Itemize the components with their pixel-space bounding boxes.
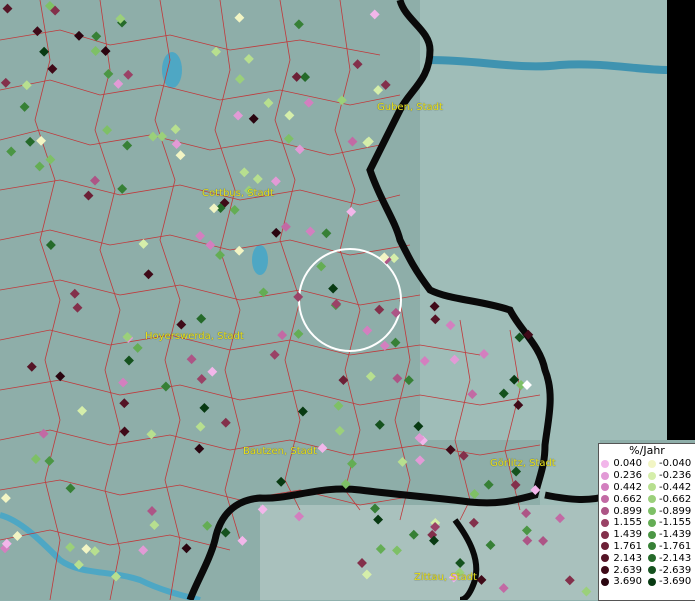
- legend-negative-entry: -1.761: [646, 541, 693, 552]
- legend-value: -2.143: [659, 552, 692, 564]
- legend-negative-entry: -2.639: [646, 565, 693, 576]
- legend-row: 0.662 -0.662: [599, 493, 695, 505]
- black-edge: [667, 0, 695, 440]
- legend-value: -3.690: [659, 576, 692, 588]
- legend-row: 1.155 -1.155: [599, 517, 695, 529]
- legend-positive-entry: 0.899: [599, 506, 646, 517]
- legend-dot-icon: [601, 530, 609, 539]
- legend: %/Jahr 0.040 -0.040 0.236 -0.236 0.442 -0.442…: [598, 443, 695, 601]
- legend-negative-entry: -0.442: [646, 482, 693, 493]
- legend-positive-entry: 1.761: [599, 541, 646, 552]
- legend-row: 0.236 -0.236: [599, 470, 695, 482]
- legend-value: -0.040: [659, 458, 692, 470]
- legend-dot-icon: [601, 566, 609, 575]
- legend-dot-icon: [648, 459, 656, 468]
- legend-negative-entry: -0.662: [646, 494, 693, 505]
- legend-value: -0.236: [659, 470, 692, 482]
- legend-value: -0.442: [659, 481, 692, 493]
- legend-negative-entry: -1.155: [646, 517, 693, 528]
- legend-rows: 0.040 -0.040 0.236 -0.236 0.442 -0.442 0.662 -0…: [599, 458, 695, 588]
- legend-value: -1.761: [659, 540, 692, 552]
- legend-negative-entry: -2.143: [646, 553, 693, 564]
- legend-dot-icon: [648, 471, 656, 480]
- legend-row: 2.639 -2.639: [599, 564, 695, 576]
- legend-positive-entry: 3.690: [599, 576, 646, 587]
- legend-negative-entry: -1.439: [646, 529, 693, 540]
- legend-value: 2.639: [613, 564, 642, 576]
- legend-positive-entry: 1.155: [599, 517, 646, 528]
- legend-value: 0.040: [613, 458, 642, 470]
- legend-dot-icon: [648, 530, 656, 539]
- legend-negative-entry: -0.040: [646, 458, 693, 469]
- legend-value: -0.662: [659, 493, 692, 505]
- legend-negative-entry: -0.899: [646, 506, 693, 517]
- legend-positive-entry: 0.442: [599, 482, 646, 493]
- legend-dot-icon: [601, 542, 609, 551]
- legend-dot-icon: [648, 577, 656, 586]
- legend-negative-entry: -0.236: [646, 470, 693, 481]
- legend-value: 1.439: [613, 529, 642, 541]
- lake-icon: [162, 52, 182, 88]
- legend-row: 1.761 -1.761: [599, 541, 695, 553]
- legend-row: 0.040 -0.040: [599, 458, 695, 470]
- legend-dot-icon: [648, 507, 656, 516]
- legend-value: 0.442: [613, 481, 642, 493]
- legend-value: 1.761: [613, 540, 642, 552]
- legend-positive-entry: 0.662: [599, 494, 646, 505]
- legend-value: 3.690: [613, 576, 642, 588]
- legend-dot-icon: [648, 566, 656, 575]
- legend-dot-icon: [601, 471, 609, 480]
- legend-dot-icon: [648, 554, 656, 563]
- legend-value: 0.236: [613, 470, 642, 482]
- legend-row: 2.143 -2.143: [599, 552, 695, 564]
- legend-value: 2.143: [613, 552, 642, 564]
- legend-positive-entry: 2.639: [599, 565, 646, 576]
- legend-dot-icon: [648, 518, 656, 527]
- legend-dot-icon: [601, 518, 609, 527]
- city-label-goerlitz: Görlitz, Stadt: [490, 458, 556, 469]
- city-label-guben: Guben, Stadt: [377, 102, 443, 113]
- legend-dot-icon: [601, 554, 609, 563]
- legend-value: -2.639: [659, 564, 692, 576]
- legend-negative-entry: -3.690: [646, 576, 693, 587]
- legend-dot-icon: [648, 542, 656, 551]
- legend-row: 0.442 -0.442: [599, 482, 695, 494]
- legend-value: -1.155: [659, 517, 692, 529]
- legend-row: 1.439 -1.439: [599, 529, 695, 541]
- legend-positive-entry: 1.439: [599, 529, 646, 540]
- city-label-bautzen: Bautzen, Stadt: [243, 446, 318, 457]
- legend-row: 3.690 -3.690: [599, 576, 695, 588]
- czech-area: [260, 505, 600, 600]
- legend-dot-icon: [601, 459, 609, 468]
- city-label-hoyerswerda: Hoyerswerda, Stadt: [145, 331, 244, 342]
- legend-dot-icon: [601, 577, 609, 586]
- legend-title: %/Jahr: [629, 444, 665, 457]
- legend-dot-icon: [601, 507, 609, 516]
- legend-positive-entry: 2.143: [599, 553, 646, 564]
- map-canvas[interactable]: [0, 0, 695, 600]
- legend-value: -1.439: [659, 529, 692, 541]
- city-label-cottbus: Cottbus, Stadt: [202, 188, 274, 199]
- legend-row: 0.899 -0.899: [599, 505, 695, 517]
- legend-value: 0.662: [613, 493, 642, 505]
- legend-positive-entry: 0.236: [599, 470, 646, 481]
- legend-dot-icon: [601, 483, 609, 492]
- legend-dot-icon: [648, 495, 656, 504]
- legend-dot-icon: [601, 495, 609, 504]
- legend-positive-entry: 0.040: [599, 458, 646, 469]
- lake-icon: [252, 245, 268, 275]
- legend-value: -0.899: [659, 505, 692, 517]
- legend-dot-icon: [648, 483, 656, 492]
- legend-value: 1.155: [613, 517, 642, 529]
- city-label-zittau: Zittau, Stadt: [414, 572, 477, 583]
- legend-value: 0.899: [613, 505, 642, 517]
